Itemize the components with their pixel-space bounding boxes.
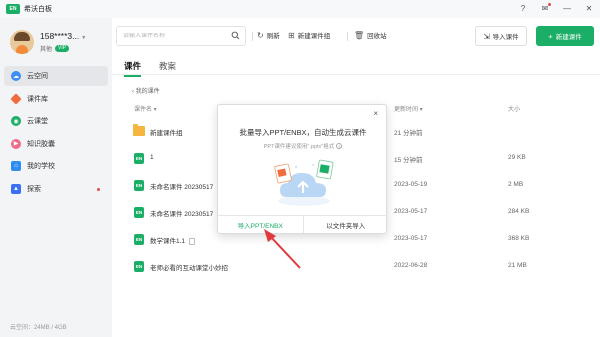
row-name: 老师必看的互动课堂小妙招	[150, 265, 228, 272]
help-icon[interactable]: ?	[336, 143, 343, 149]
sidebar-item-label: 云空间	[27, 73, 48, 80]
row-name: 1	[150, 154, 154, 161]
row-time: 2022-06-28	[394, 262, 428, 269]
close-icon[interactable]: ✕	[584, 4, 594, 14]
dialog-subtitle: PPT课件建议使用".pptx"格式?	[263, 143, 343, 150]
refresh-icon: ↻	[257, 30, 264, 40]
cloud-upload-illustration	[274, 159, 334, 206]
import-as-folder-button[interactable]: 以文件夹导入	[304, 216, 389, 233]
cloud-class-icon: ◉	[11, 116, 21, 126]
row-time: 21 分钟前	[394, 130, 423, 137]
gem-icon	[10, 92, 22, 105]
row-time: 2023-05-19	[394, 181, 428, 188]
toolbar-divider	[252, 32, 253, 41]
sidebar-nav: ☁ 云空间 课件库 ◉ 云课堂 ▶ 知识胶囊 ⌂ 我的学校 ▲ 探索	[4, 66, 108, 201]
folder-icon	[133, 124, 145, 136]
row-name: 未命名课件 20230517	[150, 184, 214, 191]
row-size: 29 KB	[508, 154, 526, 161]
enbx-file-icon: EN	[134, 180, 144, 191]
storage-usage: 云空间：24MB / 4GB	[10, 325, 67, 331]
rocket-icon: ▲	[11, 183, 21, 194]
toolbar: ↻刷新 ⊞新建课件组 🗑回收站 ⇲导入课件 +新建课件	[112, 26, 600, 46]
table-row[interactable]: EN 老师必看的互动课堂小妙招 2022-06-28 21 MB	[112, 253, 600, 280]
cloud-icon: ☁	[11, 71, 21, 81]
row-time: 15 分钟前	[394, 157, 423, 164]
app-title: 希沃白板	[24, 6, 52, 13]
row-size: 368 KB	[508, 235, 530, 242]
import-ppt-enbx-button[interactable]: 导入PPT/ENBX	[218, 216, 304, 233]
enbx-file-icon: EN	[134, 261, 144, 272]
enbx-file-icon: EN	[134, 207, 144, 218]
import-icon: ⇲	[483, 31, 490, 41]
message-icon[interactable]: ✉	[540, 3, 551, 14]
window-controls: ? ✉ — ✕	[518, 3, 594, 14]
app-logo-icon: EN	[6, 4, 20, 14]
minimize-icon[interactable]: —	[562, 4, 572, 14]
capsule-icon: ▶	[11, 138, 21, 149]
add-folder-icon: ⊞	[288, 30, 295, 40]
sidebar-item-label: 我的学校	[27, 163, 55, 170]
title-bar: EN 希沃白板 ? ✉ — ✕	[0, 0, 600, 18]
row-name: 未命名课件 20230517	[150, 211, 214, 218]
search-box[interactable]	[116, 26, 246, 46]
user-group: 其他	[40, 47, 53, 53]
notification-dot	[97, 187, 100, 191]
recycle-bin-button[interactable]: 🗑 回收站	[354, 30, 387, 41]
vip-badge: VIP	[55, 45, 70, 52]
row-name: 新建课件组	[150, 130, 183, 137]
plus-icon: +	[548, 31, 553, 41]
search-icon[interactable]	[231, 31, 240, 40]
user-profile[interactable]: 158****3... ▼ 其他 VIP	[10, 30, 86, 54]
trash-icon: 🗑	[354, 30, 365, 40]
row-time: 2023-05-17	[394, 235, 428, 242]
avatar[interactable]	[10, 30, 34, 54]
sidebar-item-label: 云课堂	[27, 118, 48, 125]
column-update-time[interactable]: 更新时间 ▾	[394, 104, 423, 113]
enbx-file-icon	[316, 159, 334, 180]
tab-divider	[112, 74, 600, 75]
enbx-file-icon: EN	[134, 234, 144, 245]
sidebar-item-label: 知识胶囊	[27, 140, 55, 148]
close-icon[interactable]: ×	[373, 109, 378, 118]
sidebar: 158****3... ▼ 其他 VIP ☁ 云空间 课件库 ◉ 云课堂 ▶ 知识…	[0, 18, 112, 337]
row-time: 2023-05-17	[394, 208, 428, 215]
sidebar-item-cloud-class[interactable]: ◉ 云课堂	[4, 111, 108, 131]
sidebar-item-explore[interactable]: ▲ 探索	[4, 179, 108, 199]
breadcrumb[interactable]: ‹ 我的课件	[132, 86, 160, 95]
search-input[interactable]	[123, 33, 231, 39]
help-icon[interactable]: ?	[518, 4, 528, 14]
sidebar-item-cloud-space[interactable]: ☁ 云空间	[4, 66, 108, 86]
column-size: 大小	[508, 107, 521, 113]
row-name: 数学课件1.1	[150, 238, 186, 245]
column-name[interactable]: 课件名 ▾	[134, 104, 157, 113]
sidebar-item-label: 探索	[27, 185, 41, 193]
row-size: 21 MB	[508, 262, 527, 269]
row-size: 2 MB	[508, 181, 524, 188]
import-courseware-button[interactable]: ⇲ 导入课件	[475, 26, 527, 46]
sidebar-item-my-school[interactable]: ⌂ 我的学校	[4, 156, 108, 176]
sidebar-item-courseware-library[interactable]: 课件库	[4, 89, 108, 109]
new-group-button[interactable]: ⊞ 新建课件组	[288, 30, 330, 41]
row-size: 284 KB	[508, 208, 530, 215]
dialog-footer: 导入PPT/ENBX 以文件夹导入	[218, 215, 388, 233]
import-dialog: × 批量导入PPT/ENBX，自动生成云课件 PPT课件建议使用".pptx"格…	[217, 104, 388, 234]
sidebar-item-knowledge-capsule[interactable]: ▶ 知识胶囊	[4, 134, 108, 154]
toolbar-divider	[347, 32, 348, 41]
dialog-title: 批量导入PPT/ENBX，自动生成云课件	[239, 128, 367, 137]
file-tag-icon	[189, 237, 196, 245]
school-icon: ⌂	[11, 161, 21, 171]
ppt-file-icon	[274, 163, 292, 184]
new-courseware-button[interactable]: + 新建课件	[536, 26, 594, 46]
enbx-file-icon: EN	[134, 153, 144, 164]
user-name: 158****3...	[40, 31, 80, 41]
refresh-button[interactable]: ↻ 刷新	[257, 30, 280, 41]
caret-down-icon: ▼	[81, 35, 87, 41]
sidebar-item-label: 课件库	[27, 95, 48, 103]
